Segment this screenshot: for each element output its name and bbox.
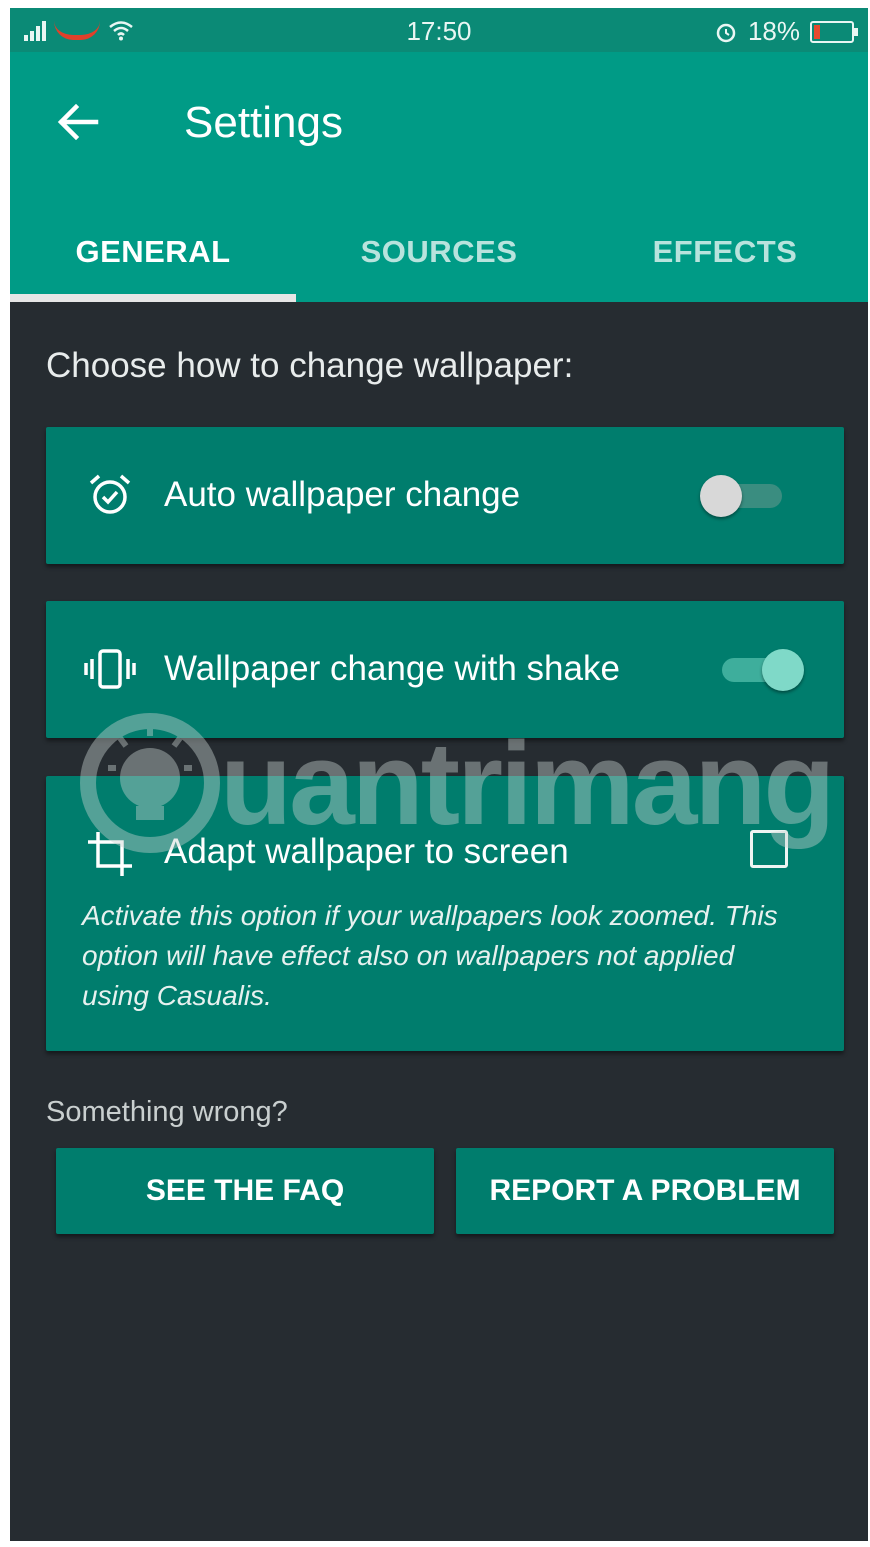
option-auto-change[interactable]: Auto wallpaper change	[46, 427, 844, 564]
toggle-thumb	[762, 649, 804, 691]
crop-icon	[80, 824, 140, 884]
tab-general[interactable]: GENERAL	[10, 212, 296, 302]
tab-label: EFFECTS	[652, 234, 798, 269]
section-title: Choose how to change wallpaper:	[46, 346, 574, 385]
status-right: 18%	[714, 16, 858, 47]
alarm-clock-icon	[80, 465, 140, 525]
status-bar: 17:50 18%	[10, 8, 868, 52]
see-faq-button[interactable]: SEE THE FAQ	[56, 1148, 434, 1234]
option-description: Activate this option if your wallpapers …	[82, 900, 778, 1011]
toggle-thumb	[700, 475, 742, 517]
battery-icon	[810, 20, 858, 43]
adapt-wallpaper-checkbox[interactable]	[750, 830, 788, 868]
shake-change-toggle[interactable]	[716, 649, 806, 691]
tab-sources[interactable]: SOURCES	[296, 212, 582, 302]
tab-label: SOURCES	[360, 234, 518, 269]
back-button[interactable]	[50, 94, 106, 150]
option-label: Adapt wallpaper to screen	[164, 832, 569, 871]
help-label: Something wrong?	[46, 1096, 288, 1128]
tab-effects[interactable]: EFFECTS	[582, 212, 868, 302]
option-label: Wallpaper change with shake	[164, 649, 620, 688]
option-label: Auto wallpaper change	[164, 475, 521, 514]
tab-indicator	[10, 294, 296, 302]
phone-screen: 17:50 18% Settings GENERAL SOURCES EFFEC…	[10, 8, 868, 1541]
app-bar: Settings GENERAL SOURCES EFFECTS	[10, 52, 868, 302]
option-adapt-wallpaper[interactable]: Adapt wallpaper to screen Activate this …	[46, 776, 844, 1051]
vibrate-phone-icon	[80, 639, 140, 699]
alarm-icon	[716, 23, 736, 42]
arrow-left-icon	[57, 104, 99, 140]
tab-label: GENERAL	[75, 234, 231, 269]
tab-bar: GENERAL SOURCES EFFECTS	[10, 212, 868, 302]
battery-level	[814, 24, 820, 39]
auto-change-toggle[interactable]	[700, 475, 790, 517]
option-shake-change[interactable]: Wallpaper change with shake	[46, 601, 844, 738]
page-title: Settings	[184, 98, 343, 147]
report-problem-button[interactable]: REPORT A PROBLEM	[456, 1148, 834, 1234]
battery-percent: 18%	[747, 16, 800, 46]
